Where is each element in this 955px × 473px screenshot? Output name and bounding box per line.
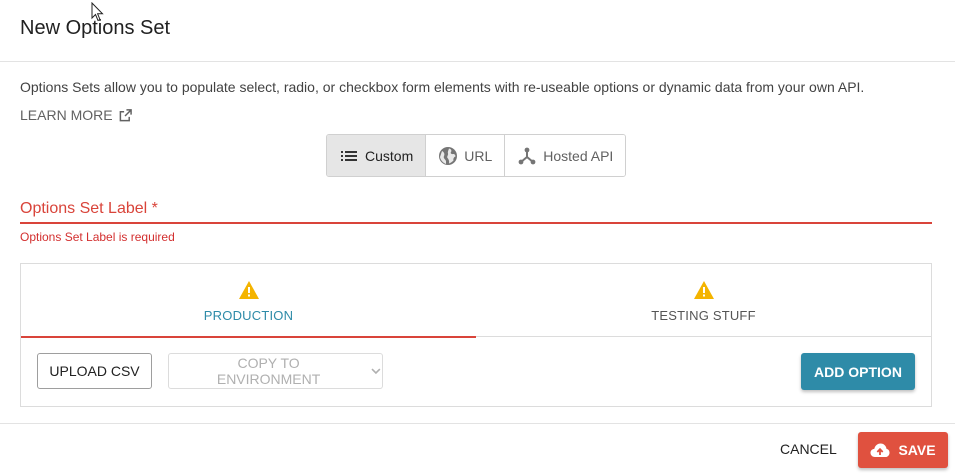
- add-option-button[interactable]: ADD OPTION: [801, 353, 915, 390]
- cloud-upload-icon: [870, 443, 890, 457]
- copy-to-environment-dropdown[interactable]: COPY TO ENVIRONMENT: [168, 353, 383, 389]
- dialog-description: Options Sets allow you to populate selec…: [20, 79, 865, 95]
- source-url-button[interactable]: URL: [426, 135, 506, 176]
- warning-icon: [693, 281, 714, 299]
- cancel-button[interactable]: CANCEL: [780, 441, 837, 457]
- options-set-label-placeholder: Options Set Label *: [20, 200, 158, 217]
- source-custom-label: Custom: [365, 147, 414, 164]
- source-type-toggle: Custom URL Hosted API: [326, 134, 627, 177]
- source-custom-button[interactable]: Custom: [327, 135, 427, 176]
- globe-icon: [439, 146, 458, 165]
- upload-csv-button[interactable]: UPLOAD CSV: [37, 353, 152, 389]
- environments-panel: PRODUCTION TESTING STUFF UPLOAD CSV COPY…: [20, 263, 932, 407]
- list-icon: [341, 150, 357, 161]
- warning-icon: [238, 281, 259, 299]
- tab-testing-stuff[interactable]: TESTING STUFF: [476, 264, 931, 337]
- options-set-label-error: Options Set Label is required: [20, 230, 175, 244]
- save-button[interactable]: SAVE: [858, 432, 948, 468]
- api-icon: [518, 147, 536, 164]
- chevron-down-icon: [371, 368, 381, 375]
- save-label: SAVE: [898, 442, 936, 458]
- learn-more-link[interactable]: LEARN MORE: [20, 107, 132, 123]
- tab-testing-stuff-label: TESTING STUFF: [651, 308, 756, 323]
- tab-production[interactable]: PRODUCTION: [21, 264, 476, 338]
- tab-production-label: PRODUCTION: [203, 308, 294, 323]
- mouse-cursor-icon: [91, 2, 104, 22]
- copy-to-environment-label: COPY TO ENVIRONMENT: [216, 355, 321, 387]
- source-hosted-api-label: Hosted API: [543, 147, 614, 164]
- source-hosted-api-button[interactable]: Hosted API: [505, 135, 626, 176]
- source-url-label: URL: [464, 147, 493, 164]
- learn-more-label: LEARN MORE: [20, 107, 113, 123]
- external-link-icon: [119, 108, 132, 121]
- options-set-label-input[interactable]: Options Set Label *: [20, 196, 932, 224]
- dialog-header: New Options Set: [0, 0, 955, 62]
- environment-tabs: PRODUCTION TESTING STUFF: [21, 264, 931, 338]
